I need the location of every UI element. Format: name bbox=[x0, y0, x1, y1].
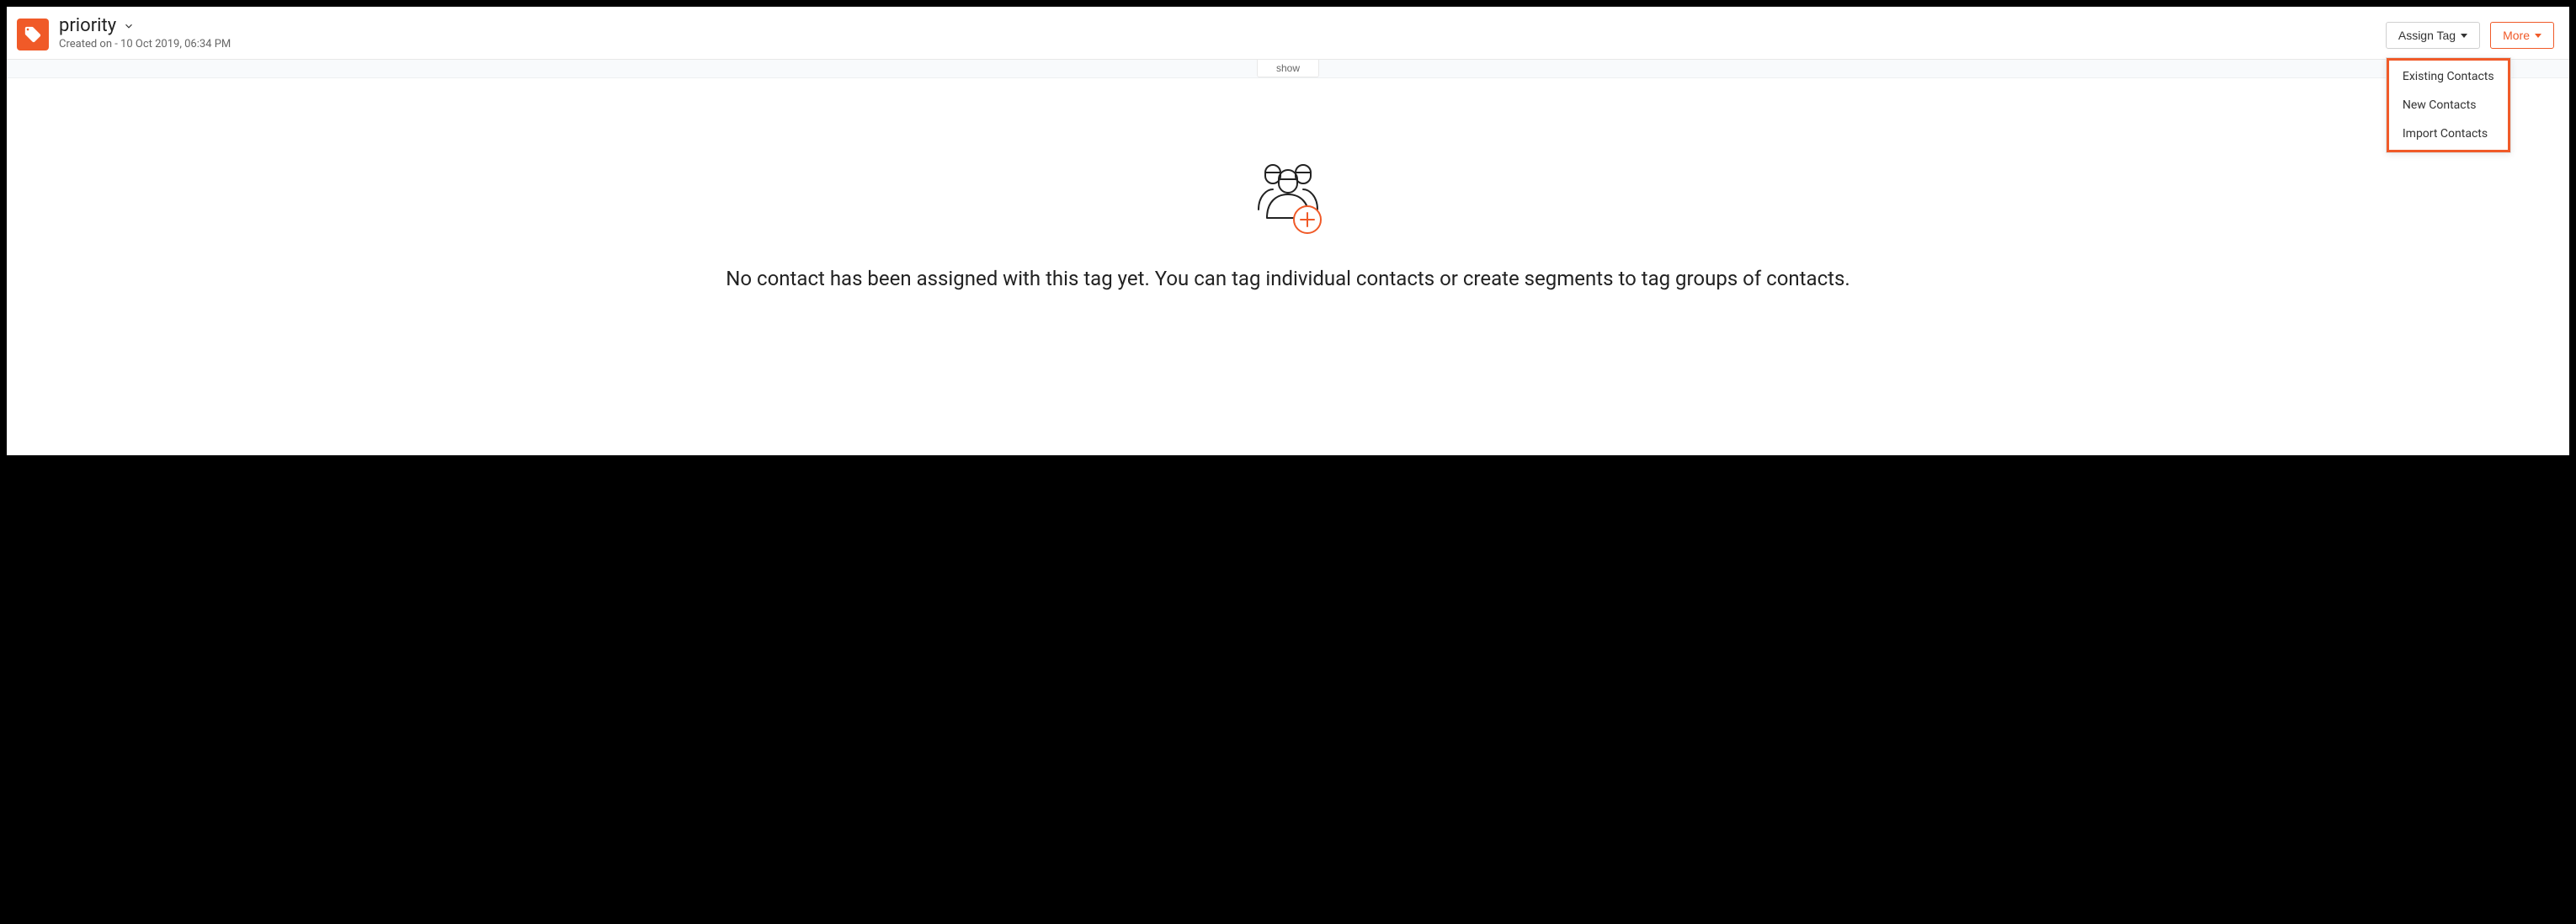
dropdown-highlight: Existing Contacts New Contacts Import Co… bbox=[2387, 58, 2510, 152]
assign-tag-dropdown: Existing Contacts New Contacts Import Co… bbox=[2386, 57, 2511, 153]
dropdown-item-import-contacts[interactable]: Import Contacts bbox=[2391, 119, 2506, 148]
app-frame: priority Created on - 10 Oct 2019, 06:34… bbox=[7, 7, 2569, 455]
assign-tag-label: Assign Tag bbox=[2398, 29, 2456, 42]
empty-state-message: No contact has been assigned with this t… bbox=[726, 267, 1850, 290]
tag-icon bbox=[17, 19, 49, 50]
created-on-label: Created on - 10 Oct 2019, 06:34 PM bbox=[59, 38, 231, 50]
show-bar: show bbox=[7, 60, 2569, 78]
caret-down-icon bbox=[2461, 34, 2467, 38]
chevron-down-icon bbox=[123, 20, 135, 32]
caret-down-icon bbox=[2535, 34, 2541, 38]
header-left: priority Created on - 10 Oct 2019, 06:34… bbox=[17, 15, 231, 50]
empty-state: No contact has been assigned with this t… bbox=[7, 78, 2569, 324]
title-block: priority Created on - 10 Oct 2019, 06:34… bbox=[59, 15, 231, 50]
page-header: priority Created on - 10 Oct 2019, 06:34… bbox=[7, 7, 2569, 60]
dropdown-item-new-contacts[interactable]: New Contacts bbox=[2391, 91, 2506, 119]
page-title: priority bbox=[59, 15, 116, 36]
more-label: More bbox=[2503, 29, 2530, 42]
assign-tag-wrapper: Assign Tag Existing Contacts New Contact… bbox=[2386, 22, 2480, 49]
header-right: Assign Tag Existing Contacts New Contact… bbox=[2386, 22, 2554, 49]
show-button[interactable]: show bbox=[1257, 60, 1319, 77]
dropdown-item-existing-contacts[interactable]: Existing Contacts bbox=[2391, 62, 2506, 91]
title-row[interactable]: priority bbox=[59, 15, 231, 36]
more-button[interactable]: More bbox=[2490, 22, 2554, 49]
assign-tag-button[interactable]: Assign Tag bbox=[2386, 22, 2480, 49]
people-add-icon bbox=[1242, 154, 1334, 242]
